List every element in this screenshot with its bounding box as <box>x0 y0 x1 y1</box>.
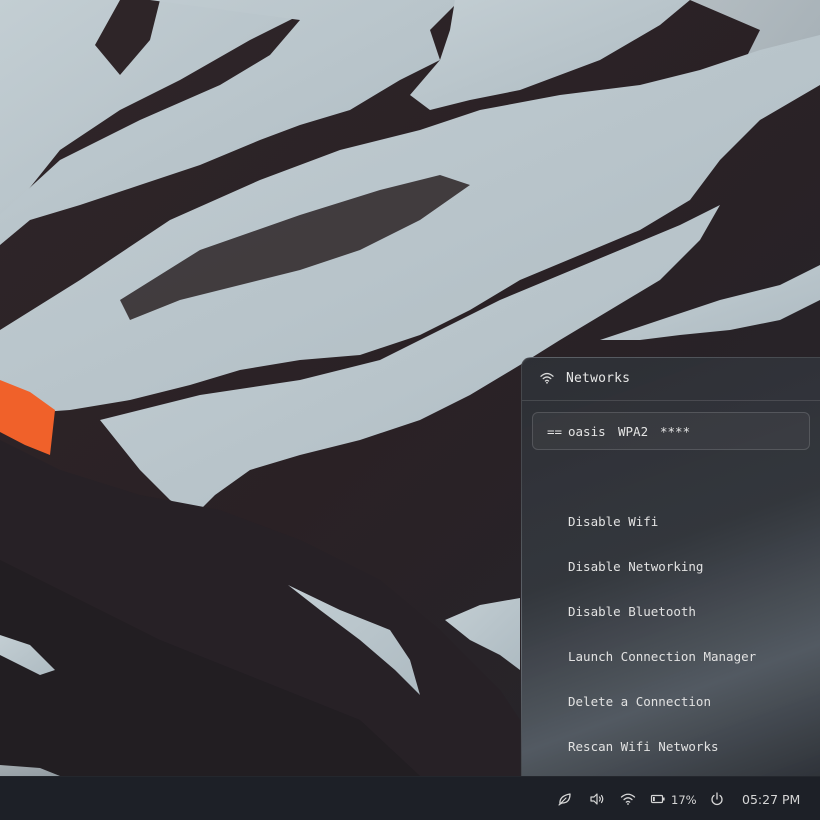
wifi-tray-icon[interactable] <box>620 792 636 806</box>
delete-connection-item[interactable]: Delete a Connection <box>568 694 711 709</box>
network-signal-strength: **** <box>660 424 691 439</box>
network-connected-marker: == <box>547 424 563 439</box>
rescan-wifi-item[interactable]: Rescan Wifi Networks <box>568 739 719 754</box>
disable-networking-item[interactable]: Disable Networking <box>568 559 703 574</box>
volume-icon[interactable] <box>589 792 605 806</box>
network-security: WPA2 <box>618 424 649 439</box>
wifi-icon <box>540 372 554 384</box>
desktop: Networks == oasis WPA2 **** Disable Wifi… <box>0 0 820 820</box>
clock[interactable]: 05:27 PM <box>742 792 800 807</box>
taskbar: 17% 05:27 PM <box>0 776 820 820</box>
leaf-icon[interactable] <box>557 792 573 806</box>
battery-icon[interactable] <box>650 792 666 806</box>
network-ssid: oasis <box>568 424 606 439</box>
network-menu-panel: Networks == oasis WPA2 **** Disable Wifi… <box>521 357 820 776</box>
launch-connection-manager-item[interactable]: Launch Connection Manager <box>568 649 756 664</box>
disable-wifi-item[interactable]: Disable Wifi <box>568 514 658 529</box>
network-menu-title: Networks <box>566 371 631 386</box>
battery-percentage: 17% <box>671 793 697 807</box>
disable-bluetooth-item[interactable]: Disable Bluetooth <box>568 604 696 619</box>
connected-network-entry[interactable]: == oasis WPA2 **** <box>532 412 810 450</box>
network-menu-header: Networks <box>522 358 820 401</box>
power-icon[interactable] <box>709 792 725 806</box>
